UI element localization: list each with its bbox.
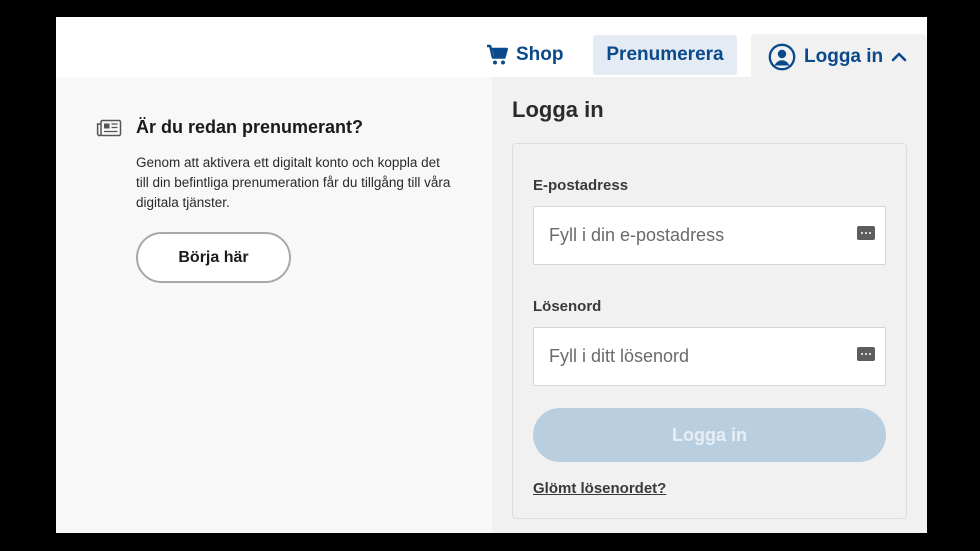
login-panel: Logga in E-postadress Lösenord Logga in … <box>492 77 927 533</box>
top-navigation: Shop Prenumerera Logga in <box>56 17 927 80</box>
email-field-wrapper <box>533 206 886 265</box>
login-toggle[interactable]: Logga in <box>751 34 927 80</box>
login-submit-button[interactable]: Logga in <box>533 408 886 462</box>
login-toggle-label: Logga in <box>804 46 884 67</box>
password-field-wrapper <box>533 327 886 386</box>
start-here-button[interactable]: Börja här <box>136 232 291 283</box>
email-field[interactable] <box>534 207 885 264</box>
login-form: E-postadress Lösenord Logga in Glömt lös… <box>512 143 907 519</box>
password-manager-icon[interactable] <box>857 347 875 361</box>
subscriber-description: Genom att aktivera ett digitalt konto oc… <box>136 155 451 210</box>
shop-label: Shop <box>516 44 564 65</box>
shop-link[interactable]: Shop <box>486 37 564 73</box>
email-label: E-postadress <box>533 177 629 194</box>
newspaper-icon <box>96 119 122 136</box>
existing-subscriber-panel: Är du redan prenumerant? Genom att aktiv… <box>56 77 492 533</box>
subscriber-heading: Är du redan prenumerant? <box>136 117 364 137</box>
subscribe-button[interactable]: Prenumerera <box>593 35 737 75</box>
password-manager-icon[interactable] <box>857 226 875 240</box>
chevron-up-icon <box>891 52 907 62</box>
user-circle-icon <box>768 43 796 71</box>
page: Shop Prenumerera Logga in Är du redan pr… <box>56 17 927 533</box>
subscriber-heading-row: Är du redan prenumerant? <box>96 117 363 138</box>
password-label: Lösenord <box>533 298 602 315</box>
password-field[interactable] <box>534 328 885 385</box>
login-title: Logga in <box>512 97 604 122</box>
forgot-password-link[interactable]: Glömt lösenordet? <box>533 480 666 497</box>
shopping-cart-icon <box>487 44 508 65</box>
